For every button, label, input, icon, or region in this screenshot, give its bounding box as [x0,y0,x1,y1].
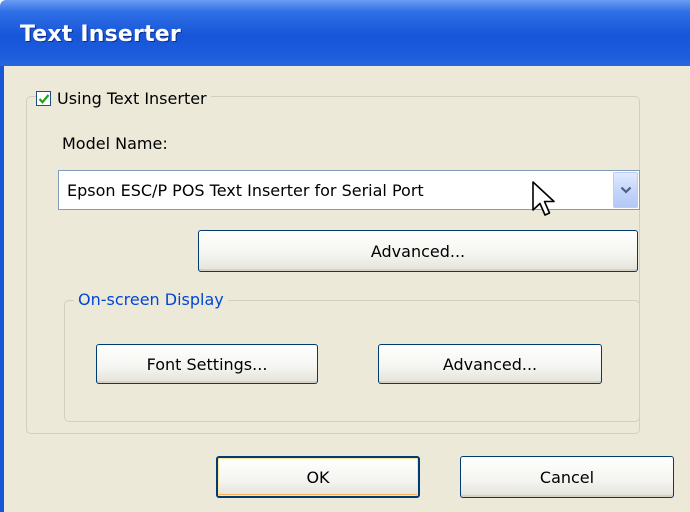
using-text-inserter-checkbox-row[interactable]: Using Text Inserter [36,86,211,110]
font-settings-button[interactable]: Font Settings... [96,344,318,384]
check-icon [38,93,50,104]
title-bar[interactable]: Text Inserter [0,0,690,66]
osd-advanced-button-label: Advanced... [442,354,538,374]
cancel-button-label: Cancel [539,467,595,487]
mouse-pointer-icon [532,181,555,216]
window-title: Text Inserter [20,22,181,47]
osd-advanced-button[interactable]: Advanced... [378,344,602,384]
chevron-down-icon [620,186,631,194]
model-name-value: Epson ESC/P POS Text Inserter for Serial… [67,181,424,200]
using-text-inserter-checkbox[interactable] [36,90,51,106]
using-text-inserter-label: Using Text Inserter [57,88,207,108]
ok-button[interactable]: OK [216,456,420,498]
text-inserter-dialog: Text Inserter Using Text Inserter Model … [0,0,690,512]
font-settings-button-label: Font Settings... [146,354,268,374]
dropdown-button[interactable] [613,172,638,208]
cancel-button[interactable]: Cancel [460,456,674,498]
model-name-label: Model Name: [62,134,168,153]
advanced-button[interactable]: Advanced... [198,230,638,272]
advanced-button-label: Advanced... [370,241,466,261]
on-screen-display-label: On-screen Display [74,290,228,309]
ok-button-label: OK [306,467,330,487]
